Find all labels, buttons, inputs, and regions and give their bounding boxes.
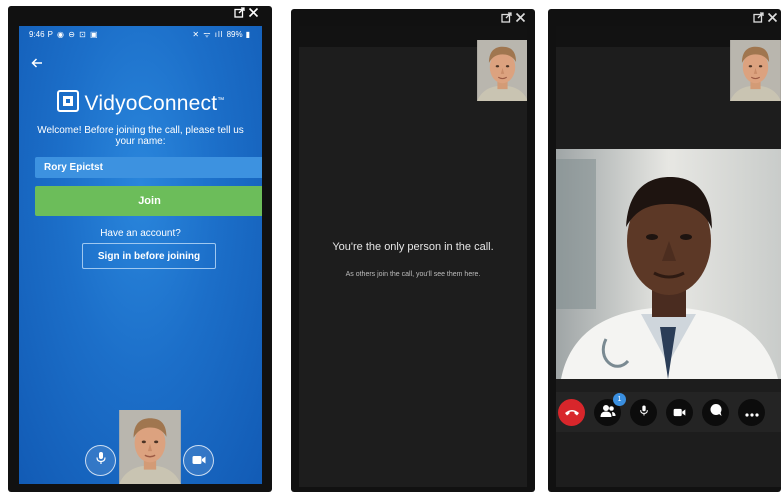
call-toolbar: 1 <box>556 392 781 432</box>
join-button[interactable]: Join <box>35 186 262 216</box>
remote-participant-video <box>556 149 781 379</box>
microphone-button[interactable] <box>85 445 116 476</box>
external-window-icon[interactable] <box>753 12 764 23</box>
more-icon <box>744 404 759 422</box>
participants-button[interactable]: 1 <box>594 393 626 426</box>
external-window-icon[interactable] <box>501 12 512 23</box>
chat-button[interactable] <box>702 399 729 426</box>
battery-percent: 89% <box>226 30 243 39</box>
more-button[interactable] <box>738 399 765 426</box>
status-time: 9:46 <box>29 30 45 39</box>
phone-frame-join-screen: 9:46 P ◉ ⊖ ⊡ ▣ ✕ ᯤ ıll 89% ▮ VidyoConnec… <box>8 6 272 492</box>
join-screen: 9:46 P ◉ ⊖ ⊡ ▣ ✕ ᯤ ıll 89% ▮ VidyoConnec… <box>19 26 262 484</box>
back-arrow-icon[interactable] <box>31 55 43 73</box>
participants-icon <box>600 404 616 422</box>
others-join-message: As others join the call, you'll see them… <box>345 271 481 278</box>
external-window-icon[interactable] <box>234 7 245 18</box>
hang-up-button[interactable] <box>558 399 585 426</box>
welcome-message: Welcome! Before joining the call, please… <box>37 125 244 147</box>
window-controls <box>501 12 526 23</box>
sign-in-button[interactable]: Sign in before joining <box>82 243 216 269</box>
phone-frame-waiting-screen: You're the only person in the call. As o… <box>291 9 535 492</box>
close-icon[interactable] <box>767 12 778 23</box>
in-call-screen: 1 <box>556 26 781 487</box>
brand-name: VidyoConnect <box>84 91 218 115</box>
signal-icons: ✕ ᯤ ıll <box>192 30 224 39</box>
have-account-text: Have an account? <box>100 228 181 239</box>
hang-up-icon <box>564 404 580 422</box>
chat-icon <box>709 403 723 422</box>
self-view-video <box>119 410 181 484</box>
notification-icons: P ◉ ⊖ ⊡ ▣ <box>47 30 99 39</box>
video-camera-icon <box>673 404 686 422</box>
waiting-screen: You're the only person in the call. As o… <box>299 26 527 487</box>
vidyo-logo-icon <box>56 90 79 117</box>
camera-button[interactable] <box>183 445 214 476</box>
camera-button[interactable] <box>666 399 693 426</box>
participants-count-badge: 1 <box>613 393 626 406</box>
name-field[interactable] <box>35 157 262 178</box>
status-bar: 9:46 P ◉ ⊖ ⊡ ▣ ✕ ᯤ ıll 89% ▮ <box>19 26 262 43</box>
microphone-icon <box>639 404 649 422</box>
close-icon[interactable] <box>248 7 259 18</box>
window-controls <box>753 12 778 23</box>
close-icon[interactable] <box>515 12 526 23</box>
phone-frame-in-call-screen: 1 <box>548 9 781 492</box>
self-view-video <box>730 40 781 101</box>
only-person-message: You're the only person in the call. <box>332 241 494 253</box>
window-controls <box>234 7 259 18</box>
microphone-button[interactable] <box>630 399 657 426</box>
video-camera-icon <box>192 452 206 470</box>
vidyo-logo: VidyoConnect™ <box>19 90 262 117</box>
battery-icon: ▮ <box>245 30 250 39</box>
microphone-icon <box>95 451 107 470</box>
self-view-video <box>477 40 527 101</box>
